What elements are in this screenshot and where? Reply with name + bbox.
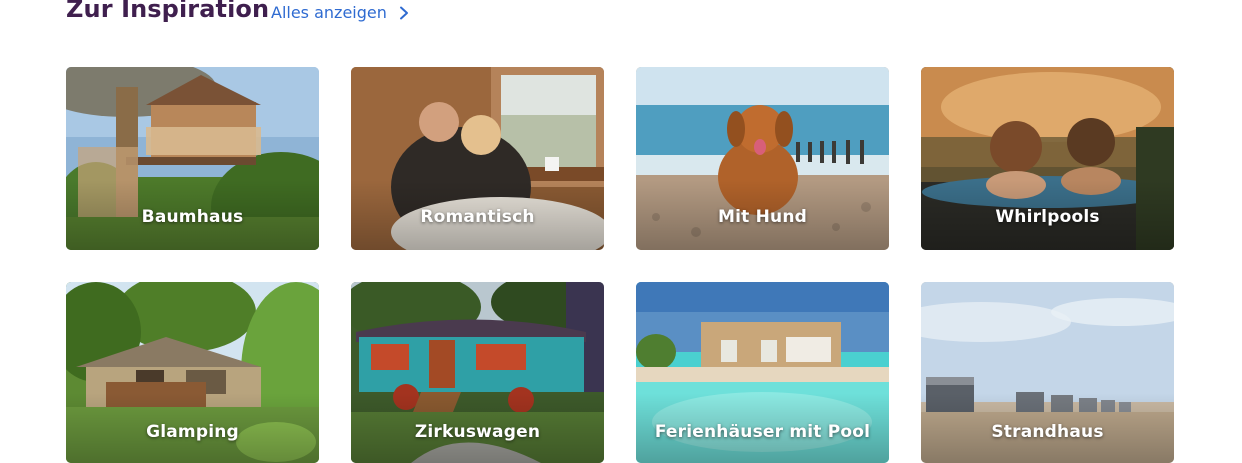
inspiration-card-mit-hund[interactable]: Mit Hund [636, 67, 889, 250]
show-all-link[interactable]: Alles anzeigen [271, 3, 411, 22]
card-label: Ferienhäuser mit Pool [654, 422, 871, 442]
section-title: Zur Inspiration [66, 0, 270, 23]
inspiration-card-ferienhaeuser-mit-pool[interactable]: Ferienhäuser mit Pool [636, 282, 889, 463]
card-label: Whirlpools [995, 207, 1100, 227]
chevron-right-icon [399, 6, 408, 19]
inspiration-card-strandhaus[interactable]: Strandhaus [921, 282, 1174, 463]
card-label: Romantisch [420, 207, 535, 227]
inspiration-card-glamping[interactable]: Glamping [66, 282, 319, 463]
card-label: Baumhaus [141, 207, 244, 227]
inspiration-card-romantisch[interactable]: Romantisch [351, 67, 604, 250]
inspiration-card-whirlpools[interactable]: Whirlpools [921, 67, 1174, 250]
card-label: Zirkuswagen [414, 422, 541, 442]
card-label: Strandhaus [991, 422, 1104, 442]
section-header: Zur Inspiration Alles anzeigen [66, 0, 408, 30]
inspiration-card-baumhaus[interactable]: Baumhaus [66, 67, 319, 250]
inspiration-card-zirkuswagen[interactable]: Zirkuswagen [351, 282, 604, 463]
card-label: Glamping [146, 422, 239, 442]
show-all-label: Alles anzeigen [271, 3, 387, 22]
card-label: Mit Hund [718, 207, 807, 227]
